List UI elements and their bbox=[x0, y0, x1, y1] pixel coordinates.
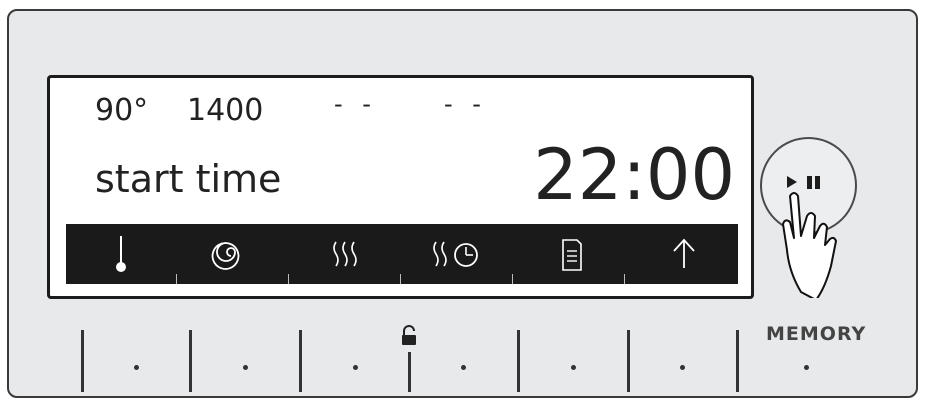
selector-dot[interactable] bbox=[134, 365, 139, 370]
selector-dot[interactable] bbox=[243, 365, 248, 370]
icon-separator bbox=[624, 274, 625, 284]
up-arrow-icon[interactable] bbox=[664, 224, 704, 284]
icon-separator bbox=[400, 274, 401, 284]
temperature-value: 90° bbox=[95, 93, 149, 128]
temperature-icon[interactable] bbox=[106, 224, 136, 284]
dry-time-icon[interactable] bbox=[428, 224, 488, 284]
memory-button[interactable] bbox=[804, 365, 809, 370]
icon-separator bbox=[176, 274, 177, 284]
lock-icon bbox=[402, 325, 416, 345]
selector-line bbox=[517, 330, 520, 392]
selector-dot[interactable] bbox=[353, 365, 358, 370]
icon-separator bbox=[288, 274, 289, 284]
option-3-value: - - bbox=[334, 90, 377, 118]
selector-line bbox=[299, 330, 302, 392]
selector-dot[interactable] bbox=[571, 365, 576, 370]
spin-icon[interactable] bbox=[211, 224, 251, 284]
selector-line bbox=[189, 330, 192, 392]
spin-value: 1400 bbox=[187, 93, 264, 128]
selector-dot[interactable] bbox=[680, 365, 685, 370]
option-4-value: - - bbox=[444, 90, 487, 118]
icon-bar bbox=[66, 224, 738, 284]
icon-separator bbox=[512, 274, 513, 284]
selector-dot[interactable] bbox=[461, 365, 466, 370]
program-list-icon[interactable] bbox=[551, 224, 591, 284]
selector-line bbox=[627, 330, 630, 392]
dry-icon[interactable] bbox=[326, 224, 366, 284]
mode-label: start time bbox=[95, 157, 282, 201]
memory-label: MEMORY bbox=[766, 323, 867, 345]
selector-line bbox=[408, 352, 411, 392]
selector-line bbox=[736, 330, 739, 392]
hand-pointer-icon bbox=[782, 176, 837, 298]
selector-line bbox=[81, 330, 84, 392]
clock-value: 22:00 bbox=[533, 134, 735, 216]
